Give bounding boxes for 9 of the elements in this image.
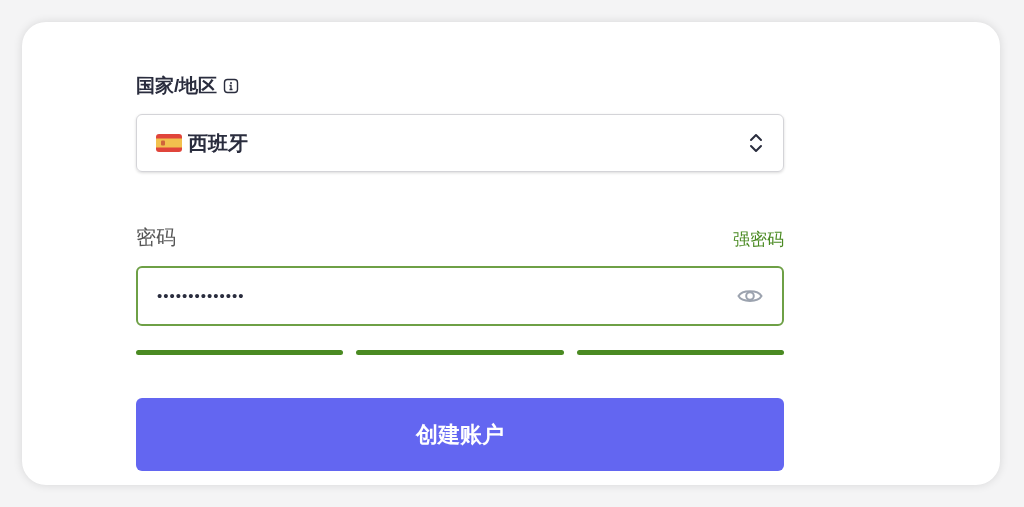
chevron-updown-icon <box>748 132 764 154</box>
info-icon <box>223 78 240 94</box>
password-field[interactable]: •••••••••••••• <box>136 266 784 326</box>
flag-icon <box>156 134 182 152</box>
country-select[interactable]: 西班牙 <box>136 114 784 172</box>
field-label: 国家/地区 <box>136 73 218 98</box>
create-account-button[interactable]: 创建账户 <box>136 398 784 471</box>
strength-label: 强密码 <box>733 228 784 251</box>
field-label: 密码 <box>136 225 176 250</box>
